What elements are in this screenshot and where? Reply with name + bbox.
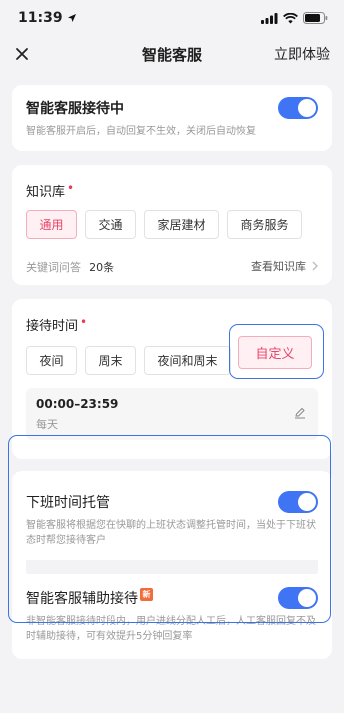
knowledge-chip-row: 通用 交通 家居建材 商务服务 <box>26 210 318 239</box>
qa-count: 20条 <box>89 261 115 274</box>
reception-card: 智能客服接待中 智能客服开启后，自动回复不生效，关闭后自动恢复 <box>12 85 332 151</box>
reception-switch[interactable] <box>278 97 318 119</box>
close-icon[interactable] <box>14 46 30 62</box>
knowledge-card: 知识库 • 通用 交通 家居建材 商务服务 关键词问答 20条 查看知识库 <box>12 165 332 285</box>
knowledge-chip-home-building[interactable]: 家居建材 <box>144 210 219 239</box>
knowledge-chip-transport[interactable]: 交通 <box>85 210 136 239</box>
status-time-text: 11:39 <box>18 10 63 26</box>
time-range: 00:00–23:59 <box>36 397 119 411</box>
reception-desc: 智能客服开启后，自动回复不生效，关闭后自动恢复 <box>26 126 256 137</box>
location-arrow-icon <box>67 14 76 22</box>
schedule-chip-night-weekend[interactable]: 夜间和周末 <box>144 346 231 375</box>
status-time: 11:39 <box>18 10 77 26</box>
chevron-right-icon <box>312 261 318 270</box>
schedule-chip-night[interactable]: 夜间 <box>26 346 77 375</box>
time-range-box[interactable]: 00:00–23:59 每天 <box>26 388 318 440</box>
repeat-label: 每天 <box>36 418 58 431</box>
required-mark: • <box>80 315 88 329</box>
edit-icon[interactable] <box>294 407 306 419</box>
view-knowledge-label: 查看知识库 <box>251 259 306 273</box>
navbar: 智能客服 立即体验 <box>0 36 344 72</box>
knowledge-chip-business[interactable]: 商务服务 <box>227 210 302 239</box>
required-mark: • <box>67 181 75 195</box>
reception-title: 智能客服接待中 <box>26 101 124 117</box>
battery-icon <box>303 12 328 24</box>
qa-label: 关键词问答 <box>26 261 81 274</box>
signal-icon <box>261 12 278 24</box>
schedule-chip-weekend[interactable]: 周末 <box>85 346 136 375</box>
custom-chip-highlight <box>229 324 324 379</box>
hosting-highlight <box>8 435 331 623</box>
knowledge-chip-general[interactable]: 通用 <box>26 210 77 239</box>
knowledge-label: 知识库 <box>26 185 66 200</box>
qa-count-row: 关键词问答 20条 <box>26 256 114 275</box>
try-now-link[interactable]: 立即体验 <box>274 44 330 64</box>
status-bar: 11:39 <box>0 0 344 36</box>
wifi-icon <box>283 12 298 23</box>
view-knowledge-link[interactable]: 查看知识库 <box>251 258 318 274</box>
status-icons <box>261 12 328 24</box>
schedule-label: 接待时间 <box>26 319 79 334</box>
